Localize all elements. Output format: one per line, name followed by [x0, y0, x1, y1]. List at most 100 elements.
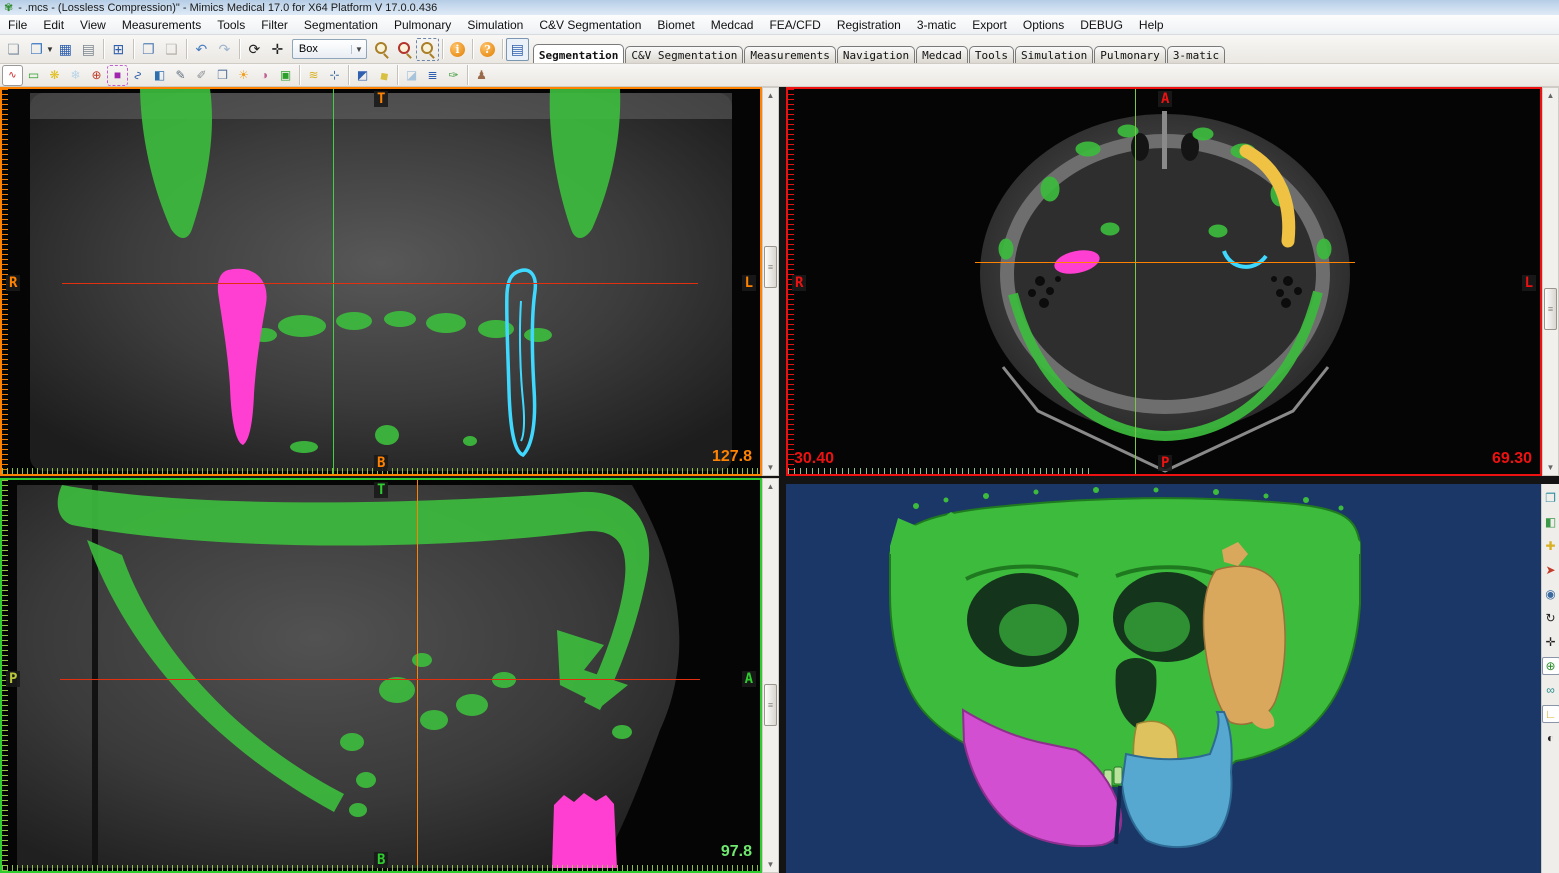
edit-mask-icon[interactable]: ■	[107, 65, 128, 86]
axes-indicator-icon[interactable]: ⊕	[1542, 657, 1559, 675]
menu-export[interactable]: Export	[964, 17, 1015, 33]
unzoom-icon[interactable]	[393, 38, 416, 61]
sagittal-scrollbar[interactable]: ▲ ≡ ▼	[762, 478, 779, 873]
coronal-axial-indicator-line[interactable]	[62, 283, 698, 284]
morphology-icon[interactable]: ◑	[254, 65, 275, 86]
new-project-icon[interactable]: ❏	[2, 38, 25, 61]
tab-pulmonary[interactable]: Pulmonary	[1094, 46, 1166, 63]
menu-help[interactable]: Help	[1131, 17, 1172, 33]
paste-icon[interactable]: ❑	[160, 38, 183, 61]
rotate-icon[interactable]: ⟳	[243, 38, 266, 61]
menu-biomet[interactable]: Biomet	[649, 17, 702, 33]
add-point-icon[interactable]: ⊹	[324, 65, 345, 86]
context-help-icon[interactable]: ?	[476, 38, 499, 61]
threshold-icon[interactable]: ∿	[2, 65, 23, 86]
info-icon[interactable]: i	[446, 38, 469, 61]
sagittal-axial-indicator-line[interactable]	[60, 679, 700, 680]
scroll-down-arrow[interactable]: ▼	[763, 460, 778, 475]
undo-icon[interactable]: ↶	[190, 38, 213, 61]
cavity-fill-icon[interactable]: ◧	[149, 65, 170, 86]
scroll-down-arrow[interactable]: ▼	[763, 857, 778, 872]
open-project-icon[interactable]: ❐	[25, 38, 48, 61]
menu-view[interactable]: View	[72, 17, 114, 33]
menu-cv-segmentation[interactable]: C&V Segmentation	[531, 17, 649, 33]
menu-tools[interactable]: Tools	[209, 17, 253, 33]
axial-scrollbar[interactable]: ▲ ≡ ▼	[1542, 87, 1559, 476]
menu-simulation[interactable]: Simulation	[459, 17, 531, 33]
axial-viewport[interactable]: A R L P 30.40 69.30	[786, 87, 1542, 476]
dynamic-region-growing-icon[interactable]: ❄	[65, 65, 86, 86]
menu-segmentation[interactable]: Segmentation	[296, 17, 386, 33]
edit-mask-3d-icon[interactable]: ❒	[212, 65, 233, 86]
view3d-viewport[interactable]	[786, 484, 1541, 873]
scrollbar-thumb[interactable]: ≡	[1544, 288, 1557, 330]
tab-cv-segmentation[interactable]: C&V Segmentation	[625, 46, 743, 63]
menu-debug[interactable]: DEBUG	[1072, 17, 1131, 33]
save-icon[interactable]: ▦	[54, 38, 77, 61]
menu-registration[interactable]: Registration	[829, 17, 909, 33]
zoom-in-icon[interactable]	[370, 38, 393, 61]
menu-measurements[interactable]: Measurements	[114, 17, 209, 33]
tab-segmentation[interactable]: Segmentation	[533, 44, 624, 63]
panel-layout-icon[interactable]: ▤	[506, 38, 529, 61]
redo-icon[interactable]: ↷	[213, 38, 236, 61]
pan-3d-icon[interactable]: ✛	[1542, 633, 1559, 651]
print-icon[interactable]: ▤	[77, 38, 100, 61]
scene-3d-icon[interactable]: ◧	[1542, 513, 1559, 531]
menu-pulmonary[interactable]: Pulmonary	[386, 17, 459, 33]
draw-profile-line-icon[interactable]: ✎	[170, 65, 191, 86]
menu-options[interactable]: Options	[1015, 17, 1072, 33]
menu-edit[interactable]: Edit	[35, 17, 72, 33]
stereo-glasses-icon[interactable]: ∞	[1542, 681, 1559, 699]
mask-stack-icon[interactable]: ≋	[303, 65, 324, 86]
project-management-icon[interactable]: ⊞	[107, 38, 130, 61]
axial-coronal-indicator-line[interactable]	[975, 262, 1355, 263]
menu-filter[interactable]: Filter	[253, 17, 296, 33]
four-views-icon[interactable]: ✚	[1542, 537, 1559, 555]
menu-3matic[interactable]: 3-matic	[909, 17, 964, 33]
patient-posture-icon[interactable]: ♟	[471, 65, 492, 86]
sagittal-coronal-indicator-line[interactable]	[417, 480, 418, 871]
sagittal-viewport[interactable]: T P A B 97.8	[0, 478, 762, 873]
multiple-slice-edit-icon[interactable]: ∿	[128, 65, 149, 86]
region-growing-icon[interactable]: ❋	[44, 65, 65, 86]
cavity-fill-3d-icon[interactable]: ◪	[401, 65, 422, 86]
scrollbar-thumb[interactable]: ≡	[764, 246, 777, 288]
smart-expand-icon[interactable]: ☀	[233, 65, 254, 86]
measure-pencil-icon[interactable]: ✐	[191, 65, 212, 86]
scroll-up-arrow[interactable]: ▲	[763, 479, 778, 494]
menu-file[interactable]: File	[0, 17, 35, 33]
scroll-up-arrow[interactable]: ▲	[763, 88, 778, 103]
contrast-icon[interactable]: ◐	[1542, 729, 1559, 747]
tab-tools[interactable]: Tools	[969, 46, 1014, 63]
pan-icon[interactable]: ✛	[266, 38, 289, 61]
labels-tag-icon[interactable]: ◆	[369, 60, 398, 89]
axial-sagittal-indicator-line[interactable]	[1135, 89, 1136, 474]
smooth-3d-icon[interactable]: ✑	[443, 65, 464, 86]
coronal-sagittal-indicator-line[interactable]	[333, 89, 334, 474]
rotate-3d-icon[interactable]: ↻	[1542, 609, 1559, 627]
visibility-eye-icon[interactable]: ◉	[1542, 585, 1559, 603]
pointer-3d-icon[interactable]: ➤	[1542, 561, 1559, 579]
scroll-down-arrow[interactable]: ▼	[1543, 460, 1558, 475]
split-mask-icon[interactable]: ⊕	[86, 65, 107, 86]
zoom-mode-select[interactable]: Box ▼	[292, 39, 367, 59]
copy-icon[interactable]: ❐	[137, 38, 160, 61]
tab-medcad[interactable]: Medcad	[916, 46, 968, 63]
scroll-up-arrow[interactable]: ▲	[1543, 88, 1558, 103]
tab-measurements[interactable]: Measurements	[744, 46, 835, 63]
calculate-3d-preview-icon[interactable]: ≣	[422, 65, 443, 86]
viewport-config-icon[interactable]: ❐	[1542, 489, 1559, 507]
crop-mask-icon[interactable]: ▣	[275, 65, 296, 86]
tab-navigation[interactable]: Navigation	[837, 46, 915, 63]
tab-simulation[interactable]: Simulation	[1015, 46, 1093, 63]
zoom-selection-icon[interactable]	[416, 38, 439, 61]
coronal-viewport[interactable]: T R L B 127.8	[0, 87, 762, 476]
crop-rectangle-icon[interactable]: ▭	[23, 65, 44, 86]
tab-3matic[interactable]: 3-matic	[1167, 46, 1225, 63]
menu-fea-cfd[interactable]: FEA/CFD	[761, 17, 828, 33]
orientation-axes-icon[interactable]: ∟	[1542, 705, 1559, 723]
menu-medcad[interactable]: Medcad	[703, 17, 762, 33]
scrollbar-thumb[interactable]: ≡	[764, 684, 777, 726]
coronal-scrollbar[interactable]: ▲ ≡ ▼	[762, 87, 779, 476]
